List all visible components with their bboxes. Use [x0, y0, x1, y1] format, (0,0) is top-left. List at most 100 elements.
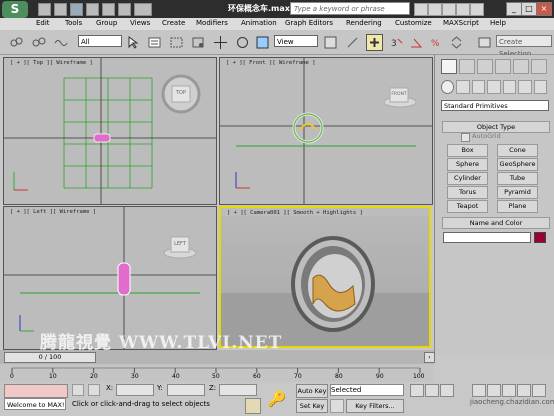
quick-access-dropdown-icon[interactable]	[134, 3, 152, 16]
add-time-tag-icon[interactable]	[245, 398, 261, 414]
key-filters-button[interactable]: Key Filters...	[346, 399, 404, 413]
percent-snap-icon[interactable]: %	[428, 34, 445, 51]
menu-group[interactable]: Group	[96, 19, 117, 27]
select-and-manipulate-icon[interactable]	[344, 34, 361, 51]
helpers-icon[interactable]	[502, 80, 517, 94]
geosphere-button[interactable]: GeoSphere	[497, 158, 538, 171]
shapes-icon[interactable]	[456, 80, 470, 94]
menu-rendering[interactable]: Rendering	[346, 19, 382, 27]
auto-key-button[interactable]: Auto Key	[296, 384, 328, 398]
space-warps-icon[interactable]	[518, 80, 532, 94]
open-file-icon[interactable]	[54, 3, 67, 16]
scale-icon[interactable]	[254, 34, 271, 51]
geometry-icon[interactable]	[441, 80, 455, 94]
time-slider[interactable]: 0 / 100	[4, 352, 96, 363]
pan-icon[interactable]	[517, 384, 531, 397]
snaps-toggle-icon[interactable]: 3	[388, 34, 405, 51]
search-icon[interactable]	[414, 3, 428, 16]
menu-views[interactable]: Views	[130, 19, 150, 27]
z-coordinate-field[interactable]	[219, 384, 257, 396]
set-key-icon[interactable]	[330, 399, 344, 413]
create-tab-icon[interactable]	[441, 59, 457, 74]
object-color-swatch[interactable]	[534, 232, 546, 243]
viewcube-front[interactable]: FRONT	[390, 92, 408, 97]
maxscript-listener-input[interactable]	[4, 384, 68, 398]
selection-filter-dropdown[interactable]: All	[78, 35, 122, 47]
plane-button[interactable]: Plane	[497, 200, 538, 213]
redo-icon[interactable]	[102, 3, 115, 16]
autogrid-checkbox[interactable]	[461, 133, 470, 142]
rotate-icon[interactable]	[234, 34, 251, 51]
display-tab-icon[interactable]	[513, 59, 529, 74]
menu-graph-editors[interactable]: Graph Editors	[285, 19, 333, 27]
minimize-button[interactable]: _	[506, 2, 522, 16]
spinner-snap-icon[interactable]	[448, 34, 465, 51]
hierarchy-tab-icon[interactable]	[477, 59, 493, 74]
keyboard-shortcut-override-icon[interactable]	[366, 34, 383, 51]
unlink-selection-icon[interactable]	[30, 34, 47, 51]
go-to-start-icon[interactable]	[410, 384, 424, 397]
communication-center-icon[interactable]	[442, 3, 456, 16]
sphere-button[interactable]: Sphere	[447, 158, 488, 171]
viewport-front[interactable]: [ + ][ Front ][ Wireframe ] FRONT	[219, 57, 433, 205]
help-search-input[interactable]: Type a keyword or phrase	[290, 2, 410, 15]
named-selection-set-field[interactable]: Create Selection	[496, 35, 552, 58]
select-link-icon[interactable]	[8, 34, 25, 51]
viewcube-top[interactable]: TOP	[172, 90, 190, 96]
cameras-icon[interactable]	[487, 80, 501, 94]
key-mode-icon[interactable]: 🔑	[266, 388, 288, 410]
zoom-icon[interactable]	[472, 384, 486, 397]
new-file-icon[interactable]	[38, 3, 51, 16]
torus-button[interactable]: Torus	[447, 186, 488, 199]
viewcube-left[interactable]: LEFT	[171, 241, 189, 247]
key-filter-dropdown[interactable]: Selected	[330, 384, 404, 396]
menu-maxscript[interactable]: MAXScript	[443, 19, 479, 27]
menu-animation[interactable]: Animation	[241, 19, 277, 27]
lights-icon[interactable]	[471, 80, 486, 94]
menu-create[interactable]: Create	[162, 19, 185, 27]
menu-modifiers[interactable]: Modifiers	[196, 19, 228, 27]
menu-help[interactable]: Help	[490, 19, 506, 27]
cylinder-button[interactable]: Cylinder	[447, 172, 488, 185]
select-by-name-icon[interactable]	[146, 34, 163, 51]
edit-named-selection-icon[interactable]	[476, 34, 493, 51]
zoom-all-icon[interactable]	[487, 384, 501, 397]
maximize-button[interactable]: □	[521, 2, 537, 16]
orbit-icon[interactable]	[532, 384, 546, 397]
absolute-mode-icon[interactable]	[88, 384, 100, 396]
tube-button[interactable]: Tube	[497, 172, 538, 185]
utilities-tab-icon[interactable]	[531, 59, 547, 74]
help-icon[interactable]	[470, 3, 484, 16]
undo-icon[interactable]	[86, 3, 99, 16]
pyramid-button[interactable]: Pyramid	[497, 186, 538, 199]
modify-tab-icon[interactable]	[459, 59, 475, 74]
menu-tools[interactable]: Tools	[65, 19, 82, 27]
object-name-input[interactable]	[443, 232, 531, 243]
project-folder-icon[interactable]	[118, 3, 131, 16]
angle-snap-icon[interactable]	[408, 34, 425, 51]
app-logo-button[interactable]: S	[2, 1, 28, 18]
box-button[interactable]: Box	[447, 144, 488, 157]
next-frame-arrow-icon[interactable]: ›	[424, 352, 435, 363]
move-icon[interactable]	[212, 34, 229, 51]
set-key-button[interactable]: Set Key	[296, 399, 328, 413]
save-file-icon[interactable]	[70, 3, 83, 16]
cone-button[interactable]: Cone	[497, 144, 538, 157]
primitive-category-dropdown[interactable]: Standard Primitives	[441, 100, 549, 111]
menu-edit[interactable]: Edit	[36, 19, 50, 27]
subscription-icon[interactable]	[428, 3, 442, 16]
use-pivot-center-icon[interactable]	[322, 34, 339, 51]
favorites-icon[interactable]	[456, 3, 470, 16]
viewport-camera[interactable]: [ + ][ Camera001 ][ Smooth + Highlights …	[219, 206, 431, 348]
window-crossing-icon[interactable]	[190, 34, 207, 51]
track-bar[interactable]: 0 10 20 30 40 50 60 70 80 90 100	[0, 364, 434, 382]
name-and-color-rollout[interactable]: Name and Color	[442, 217, 550, 229]
teapot-button[interactable]: Teapot	[447, 200, 488, 213]
viewport-top[interactable]: [ + ][ Top ][ Wireframe ] TOP	[3, 57, 217, 205]
motion-tab-icon[interactable]	[495, 59, 511, 74]
y-coordinate-field[interactable]	[167, 384, 205, 396]
selection-lock-icon[interactable]	[72, 384, 84, 396]
previous-frame-icon[interactable]	[425, 384, 439, 397]
zoom-extents-icon[interactable]	[502, 384, 516, 397]
rectangular-selection-icon[interactable]	[168, 34, 185, 51]
